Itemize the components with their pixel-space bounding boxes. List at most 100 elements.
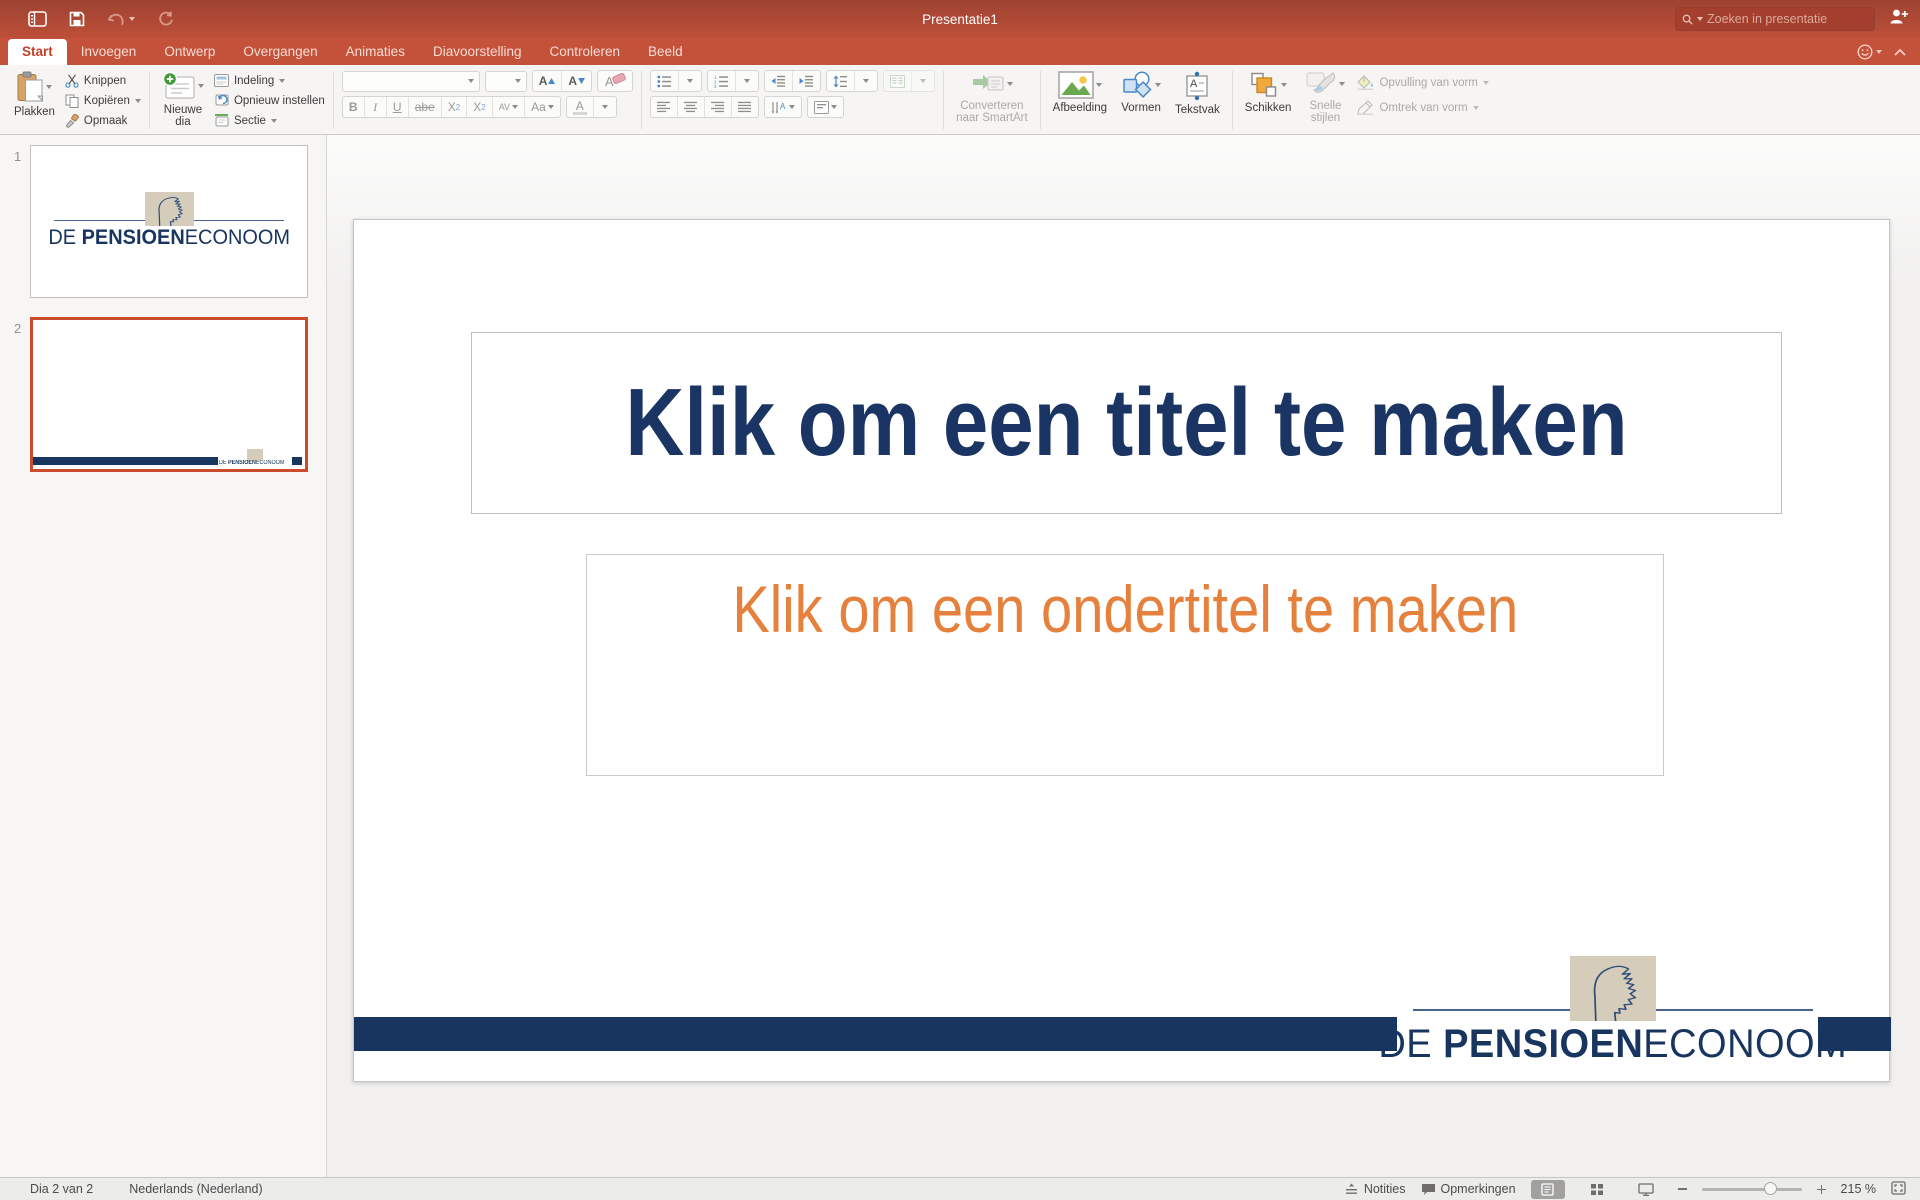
search-input[interactable] — [1707, 12, 1868, 26]
slideshow-view-button[interactable] — [1629, 1180, 1663, 1199]
comments-toggle[interactable]: Opmerkingen — [1421, 1182, 1516, 1196]
arrange-button[interactable]: Schikken — [1241, 70, 1296, 115]
bullets-button[interactable] — [651, 71, 679, 91]
text-direction-button[interactable]: A — [765, 97, 801, 117]
justify-button[interactable] — [732, 97, 758, 117]
feedback-smiley-icon[interactable] — [1857, 44, 1882, 60]
tab-invoegen[interactable]: Invoegen — [67, 39, 151, 65]
align-right-button[interactable] — [705, 97, 732, 117]
slide-thumbnail-1[interactable]: DE PENSIOENECONOOM — [30, 145, 308, 298]
change-case-button[interactable]: Aa — [525, 97, 560, 117]
align-right-icon — [711, 101, 725, 113]
italic-button[interactable]: I — [365, 97, 387, 117]
search-scope-caret-icon — [1697, 17, 1703, 21]
titlebar: Presentatie1 — [0, 0, 1920, 38]
title-placeholder[interactable]: Klik om een titel te maken — [471, 332, 1782, 514]
shape-outline-button[interactable]: Omtrek van vorm — [1357, 99, 1488, 116]
font-color-swatch — [573, 112, 587, 115]
section-button[interactable]: Sectie — [214, 112, 325, 129]
format-painter-button[interactable]: Opmaak — [65, 112, 141, 129]
columns-button[interactable] — [884, 71, 912, 91]
shrink-font-button[interactable]: A — [562, 71, 591, 91]
reset-slide-button[interactable]: Opnieuw instellen — [214, 92, 325, 109]
collapse-ribbon-icon[interactable] — [1894, 43, 1906, 61]
zoom-in-button[interactable] — [1817, 1185, 1826, 1194]
font-name-caret-icon — [468, 79, 474, 83]
share-add-person-icon[interactable] — [1889, 8, 1908, 30]
mini-logo-wordmark: DE PENSIOENECONOOM — [219, 460, 284, 466]
search-box[interactable] — [1675, 7, 1875, 31]
layout-button[interactable]: Indeling — [214, 72, 325, 89]
tab-controleren[interactable]: Controleren — [536, 39, 635, 65]
zoom-slider[interactable] — [1702, 1188, 1802, 1191]
picture-caret-icon — [1096, 83, 1102, 87]
cut-button[interactable]: Knippen — [65, 72, 141, 89]
align-left-button[interactable] — [651, 97, 678, 117]
picture-button[interactable]: Afbeelding — [1049, 70, 1111, 115]
clipboard-icon — [17, 71, 44, 103]
shapes-button[interactable]: Vormen — [1117, 70, 1165, 115]
svg-text:A: A — [780, 102, 786, 111]
normal-view-button[interactable] — [1531, 1180, 1565, 1199]
character-spacing-caret-icon — [512, 105, 518, 109]
bold-button[interactable]: B — [343, 97, 365, 117]
zoom-level-button[interactable]: 215 % — [1841, 1182, 1876, 1196]
font-color-button[interactable]: A — [567, 97, 594, 117]
paste-caret-icon — [46, 85, 52, 89]
decrease-indent-icon — [771, 75, 786, 87]
superscript-button[interactable]: X2 — [442, 97, 467, 117]
shape-fill-button[interactable]: Opvulling van vorm — [1357, 74, 1488, 91]
bullets-icon — [657, 75, 672, 88]
line-spacing-button[interactable] — [827, 71, 855, 91]
paste-button[interactable]: Plakken — [10, 70, 59, 119]
powerpoint-window: Presentatie1 Start Invoegen Ontwerp Over… — [0, 0, 1920, 1200]
tab-beeld[interactable]: Beeld — [634, 39, 697, 65]
bullets-caret-button[interactable] — [679, 71, 701, 91]
clear-formatting-button[interactable]: A — [598, 71, 632, 91]
mini-footer-bar-end — [292, 457, 302, 465]
increase-indent-button[interactable] — [793, 71, 820, 91]
subscript-button[interactable]: X2 — [467, 97, 492, 117]
language-button[interactable]: Nederlands (Nederland) — [129, 1182, 262, 1196]
decrease-indent-button[interactable] — [765, 71, 793, 91]
slide-sorter-view-button[interactable] — [1580, 1180, 1614, 1199]
clear-formatting-icon: A — [604, 73, 626, 89]
logo-line — [194, 220, 285, 221]
align-text-button[interactable] — [808, 97, 843, 117]
tab-animaties[interactable]: Animaties — [332, 39, 419, 65]
notes-toggle[interactable]: Notities — [1344, 1182, 1406, 1196]
numbering-caret-button[interactable] — [736, 71, 758, 91]
tab-ontwerp[interactable]: Ontwerp — [150, 39, 229, 65]
convert-to-smartart-button[interactable]: Converterennaar SmartArt — [952, 70, 1032, 125]
line-spacing-caret-button[interactable] — [855, 71, 877, 91]
svg-text:A: A — [605, 74, 614, 89]
font-size-combo[interactable] — [485, 71, 527, 92]
font-color-caret-button[interactable] — [594, 97, 616, 117]
slide-thumbnail-2-selected[interactable]: DE PENSIOENECONOOM — [30, 317, 308, 472]
subtitle-placeholder[interactable]: Klik om een ondertitel te maken — [586, 554, 1664, 776]
text-direction-icon: A — [771, 101, 787, 114]
new-slide-icon — [162, 71, 196, 101]
copy-button[interactable]: Kopiëren — [65, 92, 141, 109]
increase-indent-icon — [799, 75, 814, 87]
zoom-slider-knob[interactable] — [1764, 1182, 1777, 1195]
font-name-combo[interactable] — [342, 71, 480, 92]
zoom-out-button[interactable] — [1678, 1188, 1687, 1190]
columns-caret-button[interactable] — [912, 71, 934, 91]
tab-start[interactable]: Start — [8, 39, 67, 65]
character-spacing-button[interactable]: AV — [493, 97, 525, 117]
numbering-button[interactable]: 123 — [708, 71, 736, 91]
line-spacing-caret-icon — [863, 79, 869, 83]
new-slide-button[interactable]: Nieuwedia — [158, 70, 208, 129]
new-slide-caret-icon — [198, 84, 204, 88]
underline-button[interactable]: U — [387, 97, 409, 117]
tab-diavoorstelling[interactable]: Diavoorstelling — [419, 39, 536, 65]
align-center-button[interactable] — [678, 97, 705, 117]
strikethrough-button[interactable]: abe — [409, 97, 442, 117]
grow-font-button[interactable]: A — [533, 71, 563, 91]
fit-slide-to-window-button[interactable] — [1891, 1181, 1906, 1198]
textbox-button[interactable]: A Tekstvak — [1171, 70, 1224, 117]
reset-slide-icon — [214, 94, 229, 107]
quick-styles-button[interactable]: Snellestijlen — [1301, 70, 1349, 125]
tab-overgangen[interactable]: Overgangen — [229, 39, 331, 65]
